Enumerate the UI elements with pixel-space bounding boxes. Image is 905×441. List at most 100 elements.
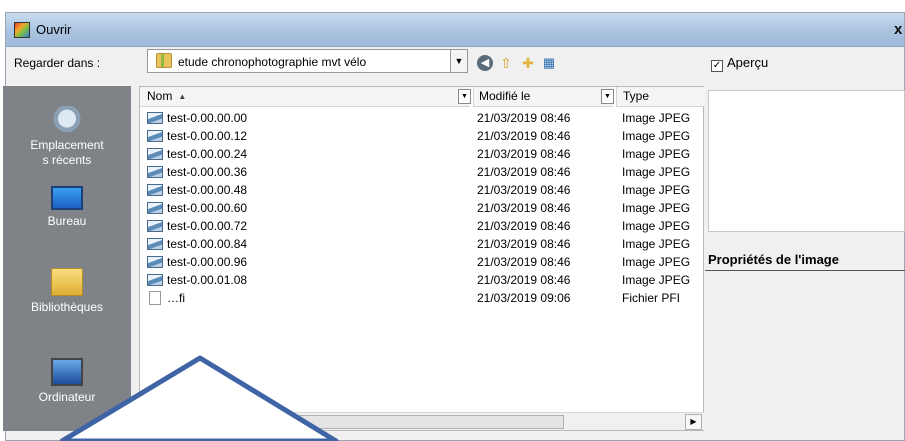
file-name: test-0.00.00.00 xyxy=(167,111,248,125)
file-modified: 21/03/2019 08:46 xyxy=(477,165,571,179)
horizontal-scrollbar[interactable]: ▶ xyxy=(140,412,705,430)
file-type: Image JPEG xyxy=(622,219,691,233)
scrollbar-thumb[interactable] xyxy=(140,415,564,429)
file-row[interactable]: test-0.00.00.36 21/03/2019 08:46 Image J… xyxy=(140,163,705,181)
file-modified: 21/03/2019 08:46 xyxy=(477,147,571,161)
place-label: Bureau xyxy=(47,214,87,228)
place-label: Ordinateur xyxy=(38,390,96,404)
column-name-dropdown[interactable]: ▼ xyxy=(458,89,471,104)
place-libraries[interactable]: Bibliothèques xyxy=(3,268,131,315)
file-type: Image JPEG xyxy=(622,255,691,269)
file-modified: 21/03/2019 08:46 xyxy=(477,219,571,233)
column-header-modified[interactable]: Modifié le xyxy=(473,87,613,107)
file-type: Image JPEG xyxy=(622,165,691,179)
file-name: test-0.00.00.24 xyxy=(167,147,248,161)
file-name: …fi xyxy=(167,291,185,305)
jpeg-file-icon xyxy=(147,112,163,124)
file-type: Image JPEG xyxy=(622,129,691,143)
file-row[interactable]: test-0.00.00.60 21/03/2019 08:46 Image J… xyxy=(140,199,705,217)
libraries-icon xyxy=(51,268,83,296)
file-type: Image JPEG xyxy=(622,147,691,161)
file-row[interactable]: test-0.00.00.72 21/03/2019 08:46 Image J… xyxy=(140,217,705,235)
file-row[interactable]: test-0.00.00.24 21/03/2019 08:46 Image J… xyxy=(140,145,705,163)
image-properties-title: Propriétés de l'image xyxy=(708,252,839,267)
title-bar[interactable]: Ouvrir x xyxy=(6,13,904,47)
file-name: test-0.00.00.60 xyxy=(167,201,248,215)
location-combobox[interactable]: etude chronophotographie mvt vélo xyxy=(147,49,462,73)
look-in-label: Regarder dans : xyxy=(14,56,101,70)
jpeg-file-icon xyxy=(147,184,163,196)
file-row[interactable]: test-0.00.00.12 21/03/2019 08:46 Image J… xyxy=(140,127,705,145)
column-header-type[interactable]: Type xyxy=(616,87,705,107)
file-modified: 21/03/2019 08:46 xyxy=(477,237,571,251)
up-folder-icon[interactable]: ⇧ xyxy=(498,55,514,71)
jpeg-file-icon xyxy=(147,166,163,178)
app-icon xyxy=(14,22,30,38)
column-header-name[interactable]: Nom ▲ xyxy=(140,87,470,107)
back-icon[interactable]: ◀ xyxy=(477,55,493,71)
recent-places-icon xyxy=(51,106,83,134)
preview-checkbox-box[interactable]: ✓ xyxy=(711,60,723,72)
file-row[interactable]: test-0.00.00.84 21/03/2019 08:46 Image J… xyxy=(140,235,705,253)
folder-icon xyxy=(156,53,172,68)
file-name: test-0.00.00.96 xyxy=(167,255,248,269)
file-row[interactable]: test-0.00.01.08 21/03/2019 08:46 Image J… xyxy=(140,271,705,289)
file-modified: 21/03/2019 08:46 xyxy=(477,183,571,197)
file-row[interactable]: test-0.00.00.00 21/03/2019 08:46 Image J… xyxy=(140,109,705,127)
column-header-modified-label: Modifié le xyxy=(479,89,531,103)
file-type: Fichier PFI xyxy=(622,291,681,305)
jpeg-file-icon xyxy=(147,130,163,142)
file-type: Image JPEG xyxy=(622,237,691,251)
place-label: s récents xyxy=(42,153,92,167)
place-computer[interactable]: Ordinateur xyxy=(3,358,131,405)
places-bar: Emplacement s récents Bureau Bibliothèqu… xyxy=(3,86,131,431)
generic-file-icon xyxy=(149,291,161,305)
preview-checkbox-label: Aperçu xyxy=(727,55,769,70)
file-row[interactable]: …fi 21/03/2019 09:06 Fichier PFI xyxy=(140,289,705,307)
preview-pane xyxy=(708,90,905,232)
file-name: test-0.00.00.48 xyxy=(167,183,248,197)
location-text: etude chronophotographie mvt vélo xyxy=(178,55,367,69)
place-desktop[interactable]: Bureau xyxy=(3,186,131,229)
file-row[interactable]: test-0.00.00.96 21/03/2019 08:46 Image J… xyxy=(140,253,705,271)
file-row[interactable]: test-0.00.00.48 21/03/2019 08:46 Image J… xyxy=(140,181,705,199)
new-folder-icon[interactable]: ✚ xyxy=(520,55,536,71)
file-modified: 21/03/2019 08:46 xyxy=(477,111,571,125)
file-name: test-0.00.00.12 xyxy=(167,129,248,143)
file-type: Image JPEG xyxy=(622,183,691,197)
file-type: Image JPEG xyxy=(622,111,691,125)
view-menu-icon[interactable]: ▦ xyxy=(541,55,557,71)
jpeg-file-icon xyxy=(147,256,163,268)
close-button[interactable]: x xyxy=(894,21,902,38)
file-type: Image JPEG xyxy=(622,201,691,215)
file-list[interactable]: Nom ▲ ▼ Modifié le ▼ Type test-0.00.00.00… xyxy=(139,86,705,431)
file-modified: 21/03/2019 08:46 xyxy=(477,255,571,269)
sort-ascending-icon: ▲ xyxy=(178,92,187,101)
properties-divider xyxy=(705,270,905,271)
computer-icon xyxy=(51,358,83,386)
scroll-right-button[interactable]: ▶ xyxy=(685,414,702,430)
location-dropdown-button[interactable]: ▼ xyxy=(450,49,468,73)
file-modified: 21/03/2019 08:46 xyxy=(477,273,571,287)
jpeg-file-icon xyxy=(147,148,163,160)
file-name: test-0.00.01.08 xyxy=(167,273,248,287)
jpeg-file-icon xyxy=(147,220,163,232)
desktop-icon xyxy=(51,186,83,210)
place-label: Emplacement xyxy=(30,138,104,152)
file-modified: 21/03/2019 08:46 xyxy=(477,201,571,215)
file-name: test-0.00.00.36 xyxy=(167,165,248,179)
jpeg-file-icon xyxy=(147,238,163,250)
place-recent[interactable]: Emplacement s récents xyxy=(3,106,131,168)
file-name: test-0.00.00.72 xyxy=(167,219,248,233)
file-modified: 21/03/2019 08:46 xyxy=(477,129,571,143)
jpeg-file-icon xyxy=(147,202,163,214)
preview-checkbox[interactable]: ✓ Aperçu xyxy=(711,55,768,72)
column-header-type-label: Type xyxy=(623,89,650,103)
file-name: test-0.00.00.84 xyxy=(167,237,248,251)
file-type: Image JPEG xyxy=(622,273,691,287)
window-title: Ouvrir xyxy=(36,22,72,37)
column-header-name-label: Nom xyxy=(147,89,173,103)
place-label: Bibliothèques xyxy=(30,300,104,314)
jpeg-file-icon xyxy=(147,274,163,286)
column-modified-dropdown[interactable]: ▼ xyxy=(601,89,614,104)
